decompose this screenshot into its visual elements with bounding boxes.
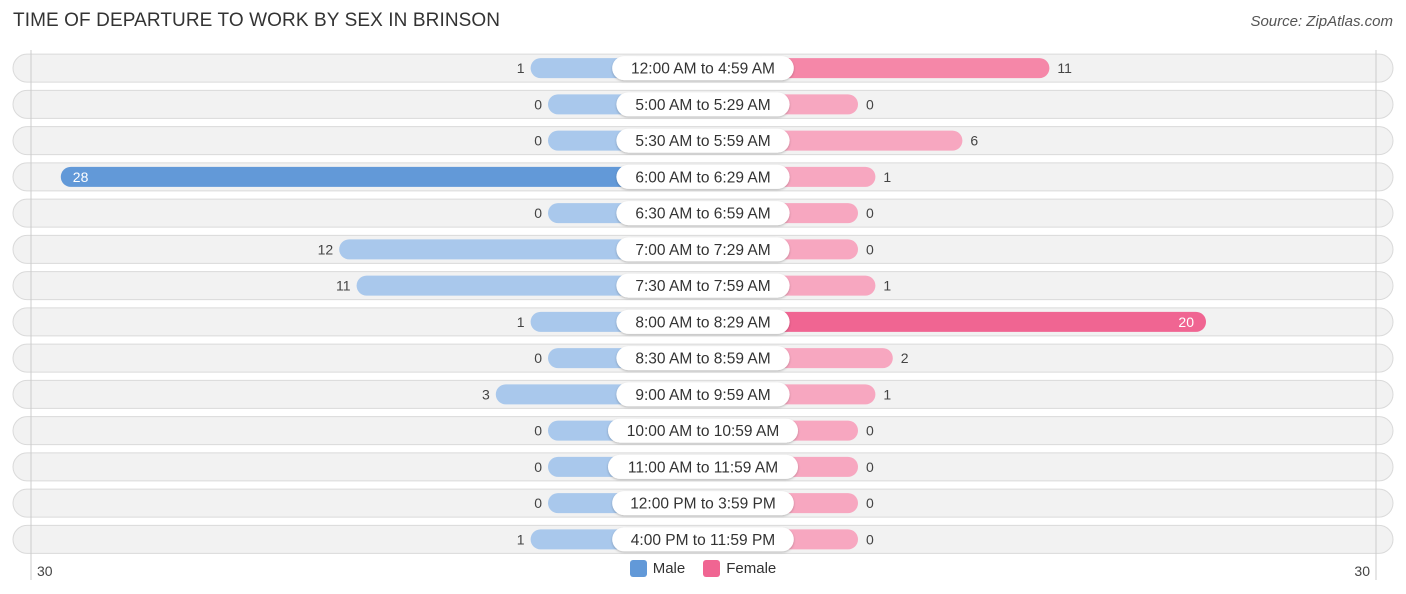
- value-label-female: 0: [866, 459, 874, 475]
- value-label-male: 0: [534, 459, 542, 475]
- value-label-male: 1: [517, 60, 525, 76]
- value-label-male: 0: [534, 205, 542, 221]
- value-label-male: 28: [73, 169, 89, 185]
- legend-swatch-male: [629, 560, 647, 577]
- value-label-male: 0: [534, 423, 542, 439]
- value-label-female: 1: [883, 169, 891, 185]
- legend-swatch-female: [703, 560, 721, 577]
- value-label-female: 11: [1057, 60, 1072, 76]
- category-label: 11:00 AM to 11:59 AM: [628, 459, 778, 476]
- category-label: 10:00 AM to 10:59 AM: [627, 423, 780, 440]
- value-label-male: 0: [534, 350, 542, 366]
- value-label-female: 6: [970, 133, 978, 149]
- chart-canvas: 1 1112:00 AM to 4:59 AM0 05:00 AM to 5:29 …: [12, 50, 1394, 580]
- category-label: 8:30 AM to 8:59 AM: [635, 351, 770, 368]
- value-label-female: 0: [866, 96, 874, 112]
- legend-label-female: Female: [726, 560, 777, 577]
- category-label: 8:00 AM to 8:29 AM: [635, 314, 770, 331]
- category-label: 6:00 AM to 6:29 AM: [635, 169, 770, 186]
- value-label-female: 0: [866, 423, 874, 439]
- value-label-male: 0: [534, 495, 542, 511]
- category-label: 4:00 PM to 11:59 PM: [631, 532, 775, 549]
- category-label: 5:30 AM to 5:59 AM: [635, 133, 770, 150]
- bar-male[interactable]: [60, 166, 704, 187]
- category-label: 5:00 AM to 5:29 AM: [635, 97, 770, 114]
- value-label-female: 0: [866, 241, 874, 257]
- category-label: 6:30 AM to 6:59 AM: [635, 206, 770, 223]
- category-label: 9:00 AM to 9:59 AM: [635, 387, 770, 404]
- value-label-male: 12: [318, 241, 334, 257]
- value-label-female: 1: [883, 386, 891, 402]
- value-label-female: 0: [866, 495, 874, 511]
- category-label: 7:30 AM to 7:59 AM: [635, 278, 770, 295]
- value-label-male: 1: [517, 531, 525, 547]
- legend-item-male[interactable]: Male: [629, 560, 686, 577]
- value-label-female: 20: [1178, 314, 1194, 330]
- value-label-female: 0: [866, 531, 874, 547]
- value-label-male: 0: [534, 133, 542, 149]
- value-label-male: 0: [534, 96, 542, 112]
- value-label-female: 0: [866, 205, 874, 221]
- legend-item-female[interactable]: Female: [703, 560, 776, 577]
- value-label-male: 3: [482, 386, 490, 402]
- category-label: 12:00 PM to 3:59 PM: [630, 496, 776, 513]
- value-label-male: 11: [336, 278, 351, 294]
- value-label-male: 1: [517, 314, 525, 330]
- value-label-female: 1: [883, 278, 891, 294]
- category-label: 12:00 AM to 4:59 AM: [631, 61, 775, 78]
- category-label: 7:00 AM to 7:29 AM: [635, 242, 770, 259]
- legend-label-male: Male: [652, 560, 686, 577]
- value-label-female: 2: [901, 350, 909, 366]
- legend: Male Female: [0, 560, 1406, 577]
